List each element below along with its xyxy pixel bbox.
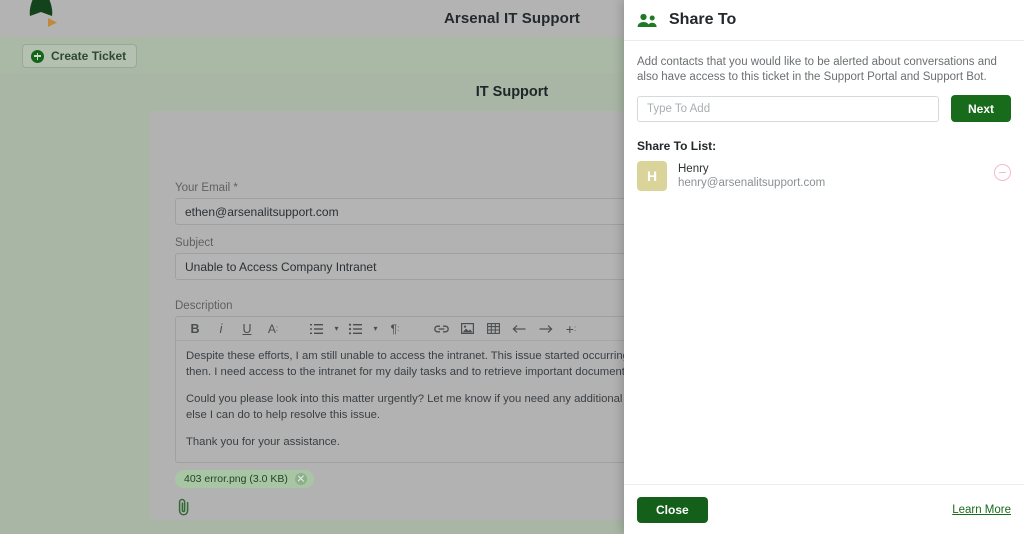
paragraph-align-icon[interactable]: ¶: xyxy=(382,317,408,340)
window-title: Arsenal IT Support xyxy=(444,10,580,27)
contact-email: henry@arsenalitsupport.com xyxy=(678,176,825,191)
attachment-area: 403 error.png (3.0 KB) xyxy=(175,469,314,517)
app-root: Arsenal IT Support Create Ticket IT Supp… xyxy=(0,0,1024,534)
add-contact-row: Next xyxy=(637,95,1011,122)
create-ticket-label: Create Ticket xyxy=(51,49,126,63)
undo-icon[interactable] xyxy=(506,317,532,340)
table-icon[interactable] xyxy=(480,317,506,340)
avatar: H xyxy=(637,161,667,191)
contact-details: Henry henry@arsenalitsupport.com xyxy=(678,162,825,191)
contact-list-item: H Henry henry@arsenalitsupport.com xyxy=(637,161,1011,191)
attachment-filename: 403 error.png (3.0 KB) xyxy=(184,473,288,485)
share-to-list-title: Share To List: xyxy=(637,139,1011,153)
remove-attachment-icon[interactable] xyxy=(295,473,307,485)
italic-icon[interactable]: i xyxy=(208,317,234,340)
panel-header: Share To xyxy=(624,0,1024,41)
underline-icon[interactable]: U xyxy=(234,317,260,340)
arsenal-logo xyxy=(18,0,64,32)
create-ticket-button[interactable]: Create Ticket xyxy=(22,44,137,68)
learn-more-link[interactable]: Learn More xyxy=(952,504,1011,516)
unordered-list-icon[interactable] xyxy=(343,317,369,340)
page-title: IT Support xyxy=(476,84,549,100)
panel-description: Add contacts that you would like to be a… xyxy=(637,55,1011,85)
plus-circle-icon xyxy=(31,50,44,63)
paperclip-icon[interactable] xyxy=(175,497,193,517)
link-icon[interactable] xyxy=(428,317,454,340)
share-to-panel: Share To Add contacts that you would lik… xyxy=(624,0,1024,534)
toolbar-spacer-1 xyxy=(286,317,304,340)
insert-icon[interactable]: +: xyxy=(558,317,584,340)
ordered-list-dropdown-icon[interactable]: ▾ xyxy=(330,317,343,340)
remove-contact-icon[interactable] xyxy=(994,164,1011,181)
redo-icon[interactable] xyxy=(532,317,558,340)
close-button[interactable]: Close xyxy=(637,497,708,523)
toolbar-spacer-2 xyxy=(408,317,428,340)
font-size-icon[interactable]: A: xyxy=(260,317,286,340)
unordered-list-dropdown-icon[interactable]: ▾ xyxy=(369,317,382,340)
panel-body: Add contacts that you would like to be a… xyxy=(624,41,1024,484)
panel-footer: Close Learn More xyxy=(624,484,1024,534)
group-people-icon xyxy=(637,13,658,28)
image-icon[interactable] xyxy=(454,317,480,340)
bold-icon[interactable]: B xyxy=(182,317,208,340)
contact-name: Henry xyxy=(678,162,825,176)
panel-title: Share To xyxy=(669,11,736,29)
next-button[interactable]: Next xyxy=(951,95,1011,122)
ordered-list-icon[interactable] xyxy=(304,317,330,340)
attachment-chip[interactable]: 403 error.png (3.0 KB) xyxy=(175,470,314,488)
type-to-add-input[interactable] xyxy=(637,96,939,122)
